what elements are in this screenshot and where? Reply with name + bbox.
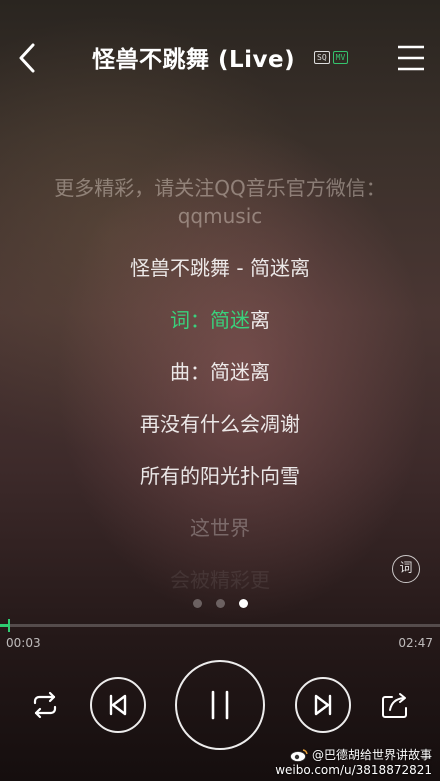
- repeat-icon: [33, 691, 57, 719]
- page-dot[interactable]: [193, 599, 202, 608]
- page-indicator: [193, 599, 248, 608]
- back-button[interactable]: [14, 40, 44, 76]
- lyric-line: 曲：简迷离: [170, 360, 270, 384]
- weibo-watermark: @巴德胡给世界讲故事 weibo.com/u/3818872821: [275, 746, 432, 777]
- player-header: 怪兽不跳舞 (Live) SQ MV: [0, 0, 440, 120]
- skip-previous-icon: [109, 694, 127, 716]
- menu-button[interactable]: [396, 44, 426, 72]
- previous-button[interactable]: [90, 677, 146, 733]
- lyric-line: 再没有什么会凋谢: [140, 412, 300, 436]
- repeat-button[interactable]: [28, 691, 62, 719]
- watermark-url: weibo.com/u/3818872821: [275, 763, 432, 777]
- sq-badge: SQ: [314, 51, 330, 64]
- share-button[interactable]: [380, 690, 412, 720]
- pause-button[interactable]: [175, 660, 265, 750]
- lyric-line: 怪兽不跳舞 - 简迷离: [130, 256, 310, 280]
- lyric-settings-button[interactable]: 词: [392, 555, 420, 583]
- share-icon: [382, 693, 407, 718]
- current-time: 00:03: [6, 636, 41, 650]
- mv-badge[interactable]: MV: [332, 51, 349, 64]
- next-button[interactable]: [295, 677, 351, 733]
- lyrics-view[interactable]: 更多精彩，请关注QQ音乐官方微信：qqmusic 怪兽不跳舞 - 简迷离 词：简…: [0, 174, 440, 618]
- lyric-line: 所有的阳光扑向雪: [140, 464, 300, 488]
- progress-bar[interactable]: [0, 619, 440, 632]
- weibo-logo: [290, 748, 308, 762]
- progress-thumb[interactable]: [7, 619, 10, 632]
- lyric-remaining-part: 离: [250, 308, 270, 332]
- lyric-line-current: 词：简迷离: [0, 306, 440, 334]
- skip-next-icon: [314, 694, 332, 716]
- watermark-handle: @巴德胡给世界讲故事: [311, 748, 432, 762]
- lyric-line: 更多精彩，请关注QQ音乐官方微信：qqmusic: [54, 176, 386, 228]
- song-title: 怪兽不跳舞 (Live): [92, 47, 296, 73]
- page-dot-active[interactable]: [239, 599, 248, 608]
- lyric-highlighted-part: 词：简迷: [170, 308, 250, 332]
- page-dot[interactable]: [216, 599, 225, 608]
- hamburger-menu-icon: [398, 45, 424, 71]
- total-time: 02:47: [398, 636, 433, 650]
- lyric-line: 会被精彩更: [170, 568, 270, 592]
- pause-icon: [211, 690, 229, 720]
- chevron-left-icon: [19, 43, 35, 73]
- lyric-line: 这世界: [190, 516, 250, 540]
- quality-badges: SQ MV: [314, 51, 349, 64]
